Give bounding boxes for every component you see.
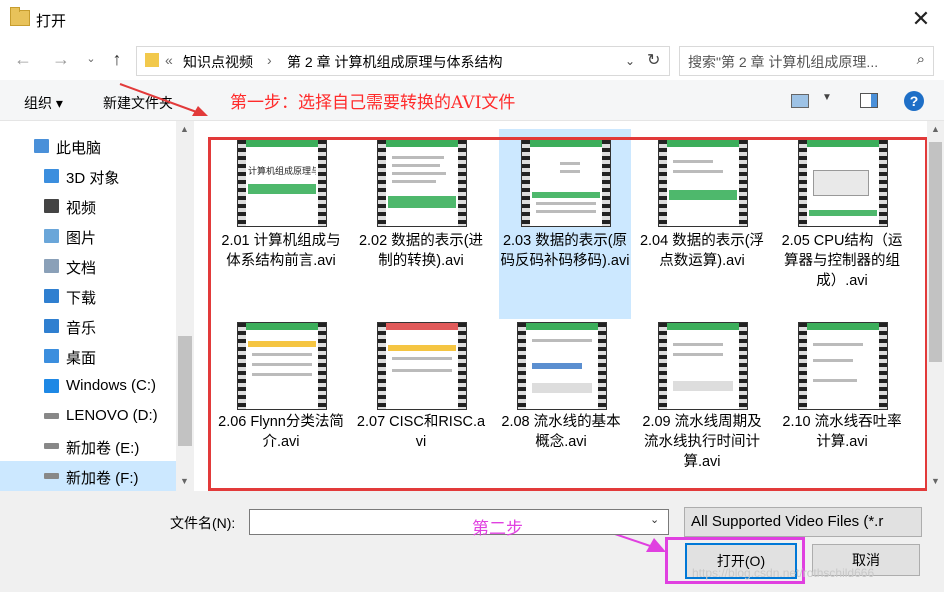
nav-item-label: 新加卷 (E:) — [66, 440, 140, 457]
nav-item-label: 音乐 — [66, 320, 97, 337]
step1-annotation: 第一步：选择自己需要转换的AVI文件 — [230, 93, 516, 113]
step1-highlight-box — [208, 137, 928, 491]
search-icon[interactable]: ⌕ — [917, 51, 925, 68]
desktop-icon — [44, 349, 59, 363]
filetype-value: All Supported Video Files (*.r — [691, 513, 884, 530]
back-arrow-icon[interactable]: ← — [12, 48, 34, 70]
title-bar — [0, 0, 944, 38]
nav-item-label: LENOVO (D:) — [66, 407, 158, 424]
navigation-pane: 此电脑 3D 对象 视频 图片 文档 下载 音乐 桌面 Windows (C:)… — [0, 121, 176, 491]
scroll-up-icon[interactable]: ▲ — [931, 124, 940, 134]
drive-icon — [44, 473, 59, 479]
nav-item-label: 文档 — [66, 260, 97, 277]
nav-item-label: 此电脑 — [56, 140, 102, 157]
breadcrumb-item[interactable]: 第 2 章 计算机组成原理与体系结构 — [287, 52, 502, 72]
drive-icon — [44, 413, 59, 419]
nav-item-pictures[interactable]: 图片 — [0, 221, 176, 251]
view-icon[interactable] — [791, 94, 809, 108]
nav-item-drive-e[interactable]: 新加卷 (E:) — [0, 431, 176, 461]
file-scrollbar-thumb[interactable] — [929, 142, 942, 362]
nav-item-3d-objects[interactable]: 3D 对象 — [0, 161, 176, 191]
forward-arrow-icon[interactable]: → — [50, 48, 72, 70]
organize-button[interactable]: 组织 ▾ — [24, 93, 63, 113]
close-button[interactable]: ✕ — [904, 4, 938, 34]
folder-icon — [10, 7, 30, 26]
search-placeholder: 搜索"第 2 章 计算机组成原理... — [688, 54, 879, 70]
nav-item-desktop[interactable]: 桌面 — [0, 341, 176, 371]
drive-icon — [44, 443, 59, 449]
nav-item-downloads[interactable]: 下载 — [0, 281, 176, 311]
preview-pane-icon[interactable] — [860, 93, 878, 108]
pictures-icon — [44, 229, 59, 243]
nav-item-label: 新加卷 (F:) — [66, 470, 139, 487]
chevron-down-icon[interactable]: ▼ — [822, 92, 832, 103]
chevron-down-icon[interactable]: ⌄ — [650, 513, 659, 526]
help-icon[interactable]: ? — [904, 91, 924, 111]
breadcrumb-item[interactable]: 知识点视频 — [183, 52, 253, 72]
up-arrow-icon[interactable]: ↑ — [106, 48, 128, 70]
breadcrumb-separator: › — [267, 52, 272, 68]
window-title: 打开 — [36, 13, 67, 30]
chevron-down-icon[interactable]: ⌄ — [625, 54, 635, 68]
computer-icon — [34, 139, 49, 153]
videos-icon — [44, 199, 59, 213]
filename-label: 文件名(N): — [170, 515, 236, 531]
downloads-icon — [44, 289, 59, 303]
search-input[interactable]: 搜索"第 2 章 计算机组成原理... ⌕ — [679, 46, 934, 76]
breadcrumb-overflow[interactable]: « — [165, 52, 173, 68]
nav-item-this-pc[interactable]: 此电脑 — [0, 131, 176, 161]
refresh-icon[interactable]: ↻ — [647, 50, 660, 70]
nav-item-label: 桌面 — [66, 350, 97, 367]
3d-objects-icon — [44, 169, 59, 183]
windows-drive-icon — [44, 379, 59, 393]
scroll-down-icon[interactable]: ▼ — [931, 476, 940, 486]
filetype-select[interactable]: All Supported Video Files (*.r — [684, 507, 922, 537]
nav-item-drive-f[interactable]: 新加卷 (F:) — [0, 461, 176, 491]
folder-icon — [145, 53, 159, 67]
nav-item-drive-d[interactable]: LENOVO (D:) — [0, 401, 176, 431]
nav-item-videos[interactable]: 视频 — [0, 191, 176, 221]
nav-item-label: 下载 — [66, 290, 97, 307]
watermark: https://blog.csdn.net/rothschild666 — [692, 566, 875, 580]
filename-input[interactable] — [249, 509, 669, 535]
documents-icon — [44, 259, 59, 273]
scroll-down-icon[interactable]: ▼ — [180, 476, 189, 486]
music-icon — [44, 319, 59, 333]
nav-item-drive-c[interactable]: Windows (C:) — [0, 371, 176, 401]
address-bar[interactable]: « 知识点视频 › 第 2 章 计算机组成原理与体系结构 ⌄ ↻ — [136, 46, 670, 76]
step1-arrow-icon — [119, 83, 208, 116]
nav-item-label: 3D 对象 — [66, 170, 120, 187]
nav-item-music[interactable]: 音乐 — [0, 311, 176, 341]
nav-item-label: 图片 — [66, 230, 97, 247]
chevron-down-icon[interactable]: ⌄ — [80, 48, 102, 70]
step2-annotation: 第二步 — [472, 519, 523, 539]
nav-item-documents[interactable]: 文档 — [0, 251, 176, 281]
nav-item-label: 视频 — [66, 200, 97, 217]
nav-item-label: Windows (C:) — [66, 377, 157, 394]
nav-scrollbar-thumb[interactable] — [178, 336, 192, 446]
